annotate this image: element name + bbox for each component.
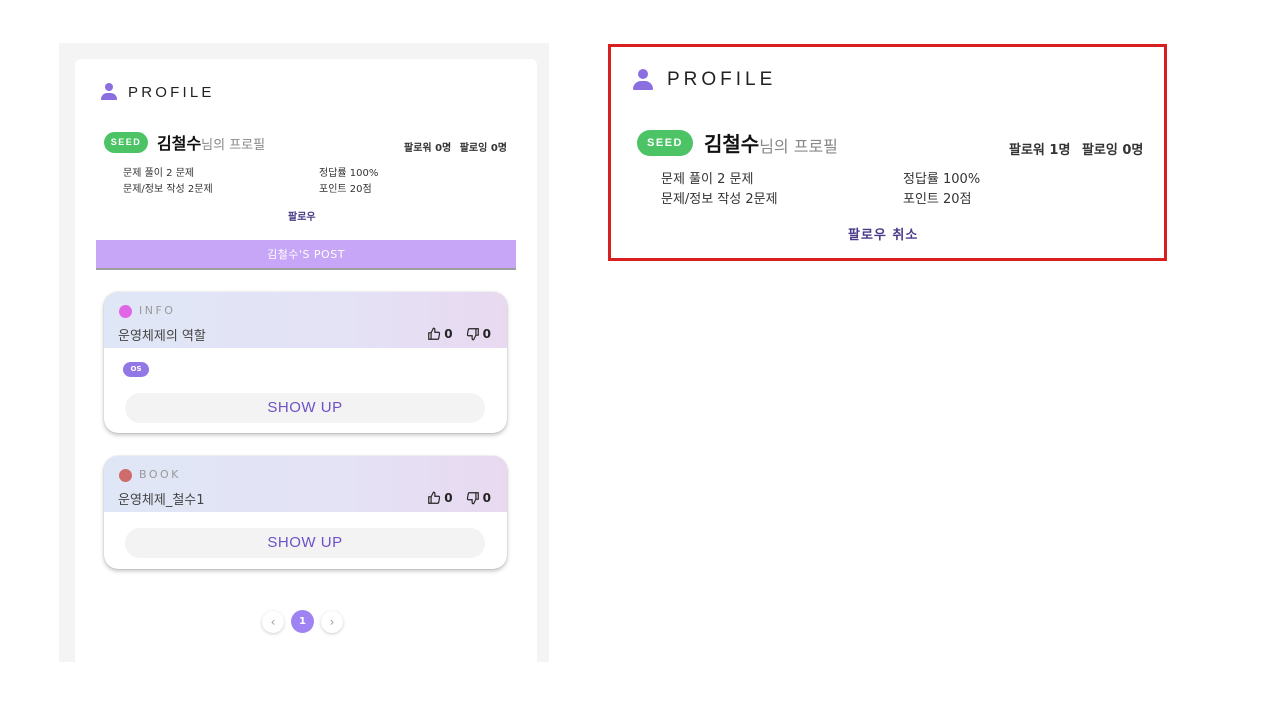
thumbs-up-icon[interactable]: [427, 491, 441, 505]
category-dot: [119, 305, 132, 318]
followers-count[interactable]: 팔로워 1명: [1009, 143, 1070, 158]
profile-name: 김철수: [704, 132, 760, 156]
seed-badge: SEED: [637, 129, 693, 156]
post-card[interactable]: INFO 운영체제의 역할 0 0 OS SHOW UP: [104, 292, 507, 433]
dislike-count: 0: [482, 491, 491, 505]
post-body: OS SHOW UP: [104, 348, 507, 433]
thumbs-up-icon[interactable]: [427, 327, 441, 341]
post-title[interactable]: 운영체제의 역할: [118, 325, 206, 344]
profile-title: PROFILE: [128, 83, 215, 101]
profile-name: 김철수: [157, 134, 202, 153]
category-label: INFO: [139, 304, 176, 317]
accuracy: 정답률 100%: [903, 172, 981, 187]
follow-counts: 팔로워 0명 팔로잉 0명: [404, 139, 507, 154]
like-count: 0: [444, 327, 453, 341]
following-count[interactable]: 팔로잉 0명: [460, 143, 507, 154]
pagination: ‹ 1 ›: [262, 610, 343, 633]
next-page-chevron-icon[interactable]: ›: [321, 610, 343, 633]
category-label: BOOK: [139, 468, 181, 481]
problems-solved: 문제 풀이 2 문제: [661, 172, 754, 187]
thumbs-down-icon[interactable]: [466, 491, 480, 505]
thumbs-down-icon[interactable]: [466, 327, 480, 341]
profile-header: PROFILE: [100, 83, 215, 101]
vote-counts: 0 0: [427, 491, 491, 505]
show-up-button[interactable]: SHOW UP: [125, 528, 485, 558]
tag-badge[interactable]: OS: [123, 362, 149, 377]
profile-header-zoom: PROFILE: [632, 69, 776, 91]
problems-written: 문제/정보 작성 2문제: [123, 184, 213, 195]
page-number-current[interactable]: 1: [291, 610, 314, 633]
follow-button[interactable]: 팔로우: [288, 208, 316, 223]
problems-written: 문제/정보 작성 2문제: [661, 192, 778, 207]
post-title[interactable]: 운영체제_철수1: [118, 489, 205, 508]
points: 포인트 20점: [903, 192, 972, 207]
prev-page-chevron-icon[interactable]: ‹: [262, 610, 284, 633]
show-up-button[interactable]: SHOW UP: [125, 393, 485, 423]
category-dot: [119, 469, 132, 482]
profile-name-row-zoom: SEED 김철수 님의 프로필: [637, 128, 838, 157]
person-icon: [100, 83, 118, 101]
post-header: INFO 운영체제의 역할 0 0: [104, 292, 507, 348]
post-header: BOOK 운영체제_철수1 0 0: [104, 456, 507, 512]
post-card[interactable]: BOOK 운영체제_철수1 0 0 SHOW UP: [104, 456, 507, 569]
like-count: 0: [444, 491, 453, 505]
seed-badge: SEED: [104, 131, 148, 153]
problems-solved: 문제 풀이 2 문제: [123, 168, 195, 179]
profile-name-row: SEED 김철수 님의 프로필: [104, 130, 265, 154]
profile-name-suffix: 님의 프로필: [759, 136, 838, 156]
follow-counts-zoom: 팔로워 1명 팔로잉 0명: [1009, 139, 1143, 158]
points: 포인트 20점: [319, 184, 372, 195]
posts-banner: 김철수'S POST: [96, 240, 516, 270]
profile-name-suffix: 님의 프로필: [201, 138, 266, 153]
followers-count[interactable]: 팔로워 0명: [404, 143, 451, 154]
person-icon: [632, 69, 654, 91]
vote-counts: 0 0: [427, 327, 491, 341]
following-count[interactable]: 팔로잉 0명: [1082, 143, 1143, 158]
dislike-count: 0: [482, 327, 491, 341]
post-body: SHOW UP: [104, 512, 507, 569]
profile-title: PROFILE: [667, 69, 777, 90]
unfollow-button[interactable]: 팔로우 취소: [848, 224, 918, 243]
accuracy: 정답률 100%: [319, 168, 379, 179]
